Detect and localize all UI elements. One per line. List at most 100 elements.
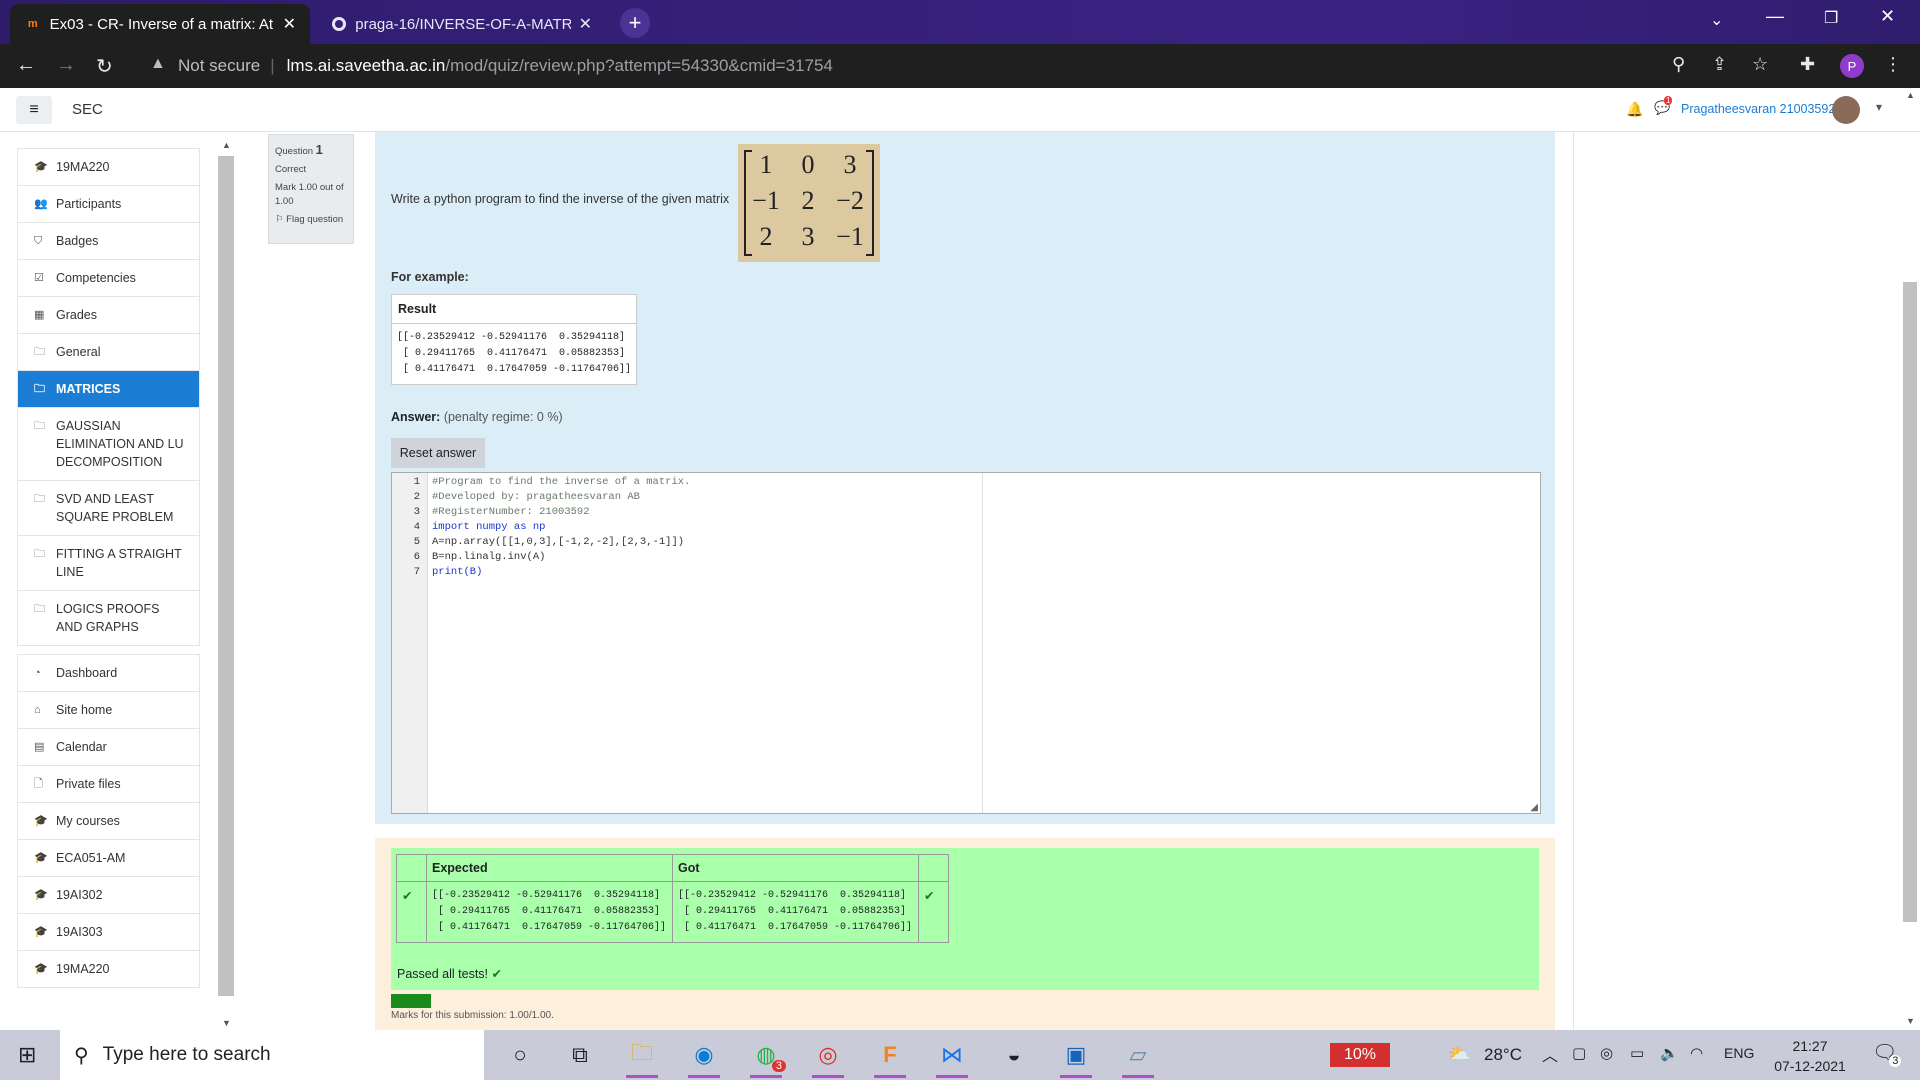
- sidebar-item-logics[interactable]: 🗀 LOGICS PROOFS AND GRAPHS: [17, 591, 200, 646]
- close-tab-icon[interactable]: ✕: [579, 14, 592, 34]
- weather-icon[interactable]: ⛅: [1448, 1044, 1470, 1065]
- sidebar-item-dashboard[interactable]: ◔ Dashboard: [17, 654, 200, 692]
- browser-tab-bar: m Ex03 - CR- Inverse of a matrix: At ✕ p…: [0, 0, 1920, 44]
- sidebar-item-grades[interactable]: ▦ Grades: [17, 297, 200, 334]
- user-name[interactable]: Pragatheesvaran 21003592: [1681, 102, 1835, 116]
- sidebar-item-19ma220-2[interactable]: 🎓 19MA220: [17, 951, 200, 988]
- for-example-label: For example:: [391, 270, 469, 284]
- sidebar-item-site-home[interactable]: ⌂ Site home: [17, 692, 200, 729]
- app-window-icon[interactable]: ▣: [1056, 1038, 1096, 1078]
- language-indicator[interactable]: ENG: [1724, 1045, 1754, 1061]
- cortana-icon[interactable]: ○: [500, 1038, 540, 1072]
- taskbar-search-box[interactable]: ⚲ Type here to search: [60, 1030, 484, 1080]
- folder-icon: 🗀: [34, 420, 45, 432]
- close-tab-icon[interactable]: ✕: [283, 14, 296, 34]
- tray-chevron-icon[interactable]: ︿: [1542, 1042, 1558, 1066]
- sidebar-item-general[interactable]: 🗀 General: [17, 334, 200, 371]
- url-bar[interactable]: ▲ Not secure | lms.ai.saveetha.ac.in /mo…: [138, 50, 1718, 82]
- chrome-icon[interactable]: ◎: [808, 1038, 848, 1078]
- scroll-up-icon[interactable]: ▲: [1906, 90, 1915, 100]
- messages-icon[interactable]: 💬 1: [1654, 96, 1673, 116]
- speaker-icon[interactable]: 🔈: [1660, 1044, 1679, 1062]
- sidebar-item-matrices[interactable]: 🗀 MATRICES: [17, 371, 200, 408]
- sidebar-item-19ai303[interactable]: 🎓 19AI303: [17, 914, 200, 951]
- edge-icon[interactable]: ◉: [684, 1038, 724, 1078]
- sidebar-scrollbar[interactable]: ▲ ▼: [218, 140, 236, 1030]
- scroll-down-icon[interactable]: ▼: [1906, 1016, 1915, 1026]
- scrollbar-thumb[interactable]: [218, 156, 234, 996]
- bookmark-star-icon[interactable]: ☆: [1752, 54, 1768, 75]
- bell-icon[interactable]: 🔔: [1626, 101, 1643, 118]
- flag-icon: ⚐: [275, 214, 284, 225]
- address-bar-row: ← → ↻ ▲ Not secure | lms.ai.saveetha.ac.…: [0, 44, 1920, 88]
- file-explorer-icon[interactable]: 🗀: [622, 1038, 662, 1078]
- action-center-icon[interactable]: 🗨 3: [1872, 1040, 1902, 1067]
- app-f-icon[interactable]: F: [870, 1038, 910, 1078]
- battery-indicator[interactable]: 10%: [1330, 1043, 1390, 1067]
- scroll-up-icon[interactable]: ▲: [222, 140, 231, 150]
- code-text[interactable]: #Program to find the inverse of a matrix…: [432, 475, 690, 580]
- tab-search-icon[interactable]: ⌄: [1710, 10, 1723, 30]
- sidebar-item-my-courses[interactable]: 🎓 My courses: [17, 803, 200, 840]
- resize-handle-icon[interactable]: ◢: [1530, 802, 1538, 813]
- zoom-icon[interactable]: ⚲: [1672, 54, 1685, 75]
- sidebar-item-19ma220[interactable]: 🎓 19MA220: [17, 148, 200, 186]
- sidebar-item-badges[interactable]: ⛉ Badges: [17, 223, 200, 260]
- sidebar-item-calendar[interactable]: ▤ Calendar: [17, 729, 200, 766]
- scroll-down-icon[interactable]: ▼: [222, 1018, 231, 1028]
- reset-answer-button[interactable]: Reset answer: [391, 438, 485, 468]
- profile-avatar[interactable]: P: [1840, 54, 1864, 78]
- tab-github[interactable]: praga-16/INVERSE-OF-A-MATRI ✕: [316, 4, 606, 44]
- code-editor[interactable]: 1234567 #Program to find the inverse of …: [391, 472, 1541, 814]
- result-value: [[-0.23529412 -0.52941176 0.35294118] [ …: [397, 332, 632, 375]
- sidebar-item-19ai302[interactable]: 🎓 19AI302: [17, 877, 200, 914]
- app-gauge-icon[interactable]: ◒: [994, 1038, 1034, 1072]
- share-icon[interactable]: ⇪: [1712, 54, 1727, 75]
- folder-icon: 🗀: [34, 493, 45, 505]
- task-view-icon[interactable]: ⧉: [560, 1038, 600, 1072]
- new-tab-button[interactable]: +: [620, 8, 650, 38]
- reload-icon[interactable]: ↻: [96, 54, 113, 79]
- tray-app-icon[interactable]: ▢: [1572, 1044, 1586, 1062]
- back-icon[interactable]: ←: [16, 54, 36, 77]
- feedback-box: Expected Got ✔ [[-0.23529412 -0.52941176…: [375, 838, 1555, 1030]
- code-line: A=np.array([[1,0,3],[-1,2,-2],[2,3,-1]]): [432, 536, 685, 548]
- scrollbar-thumb[interactable]: [1903, 282, 1917, 922]
- extensions-icon[interactable]: ✚: [1800, 54, 1815, 75]
- shield-icon: ⛉: [34, 235, 43, 247]
- page-scrollbar[interactable]: ▲ ▼: [1900, 88, 1920, 1030]
- menu-dots-icon[interactable]: ⋮: [1884, 54, 1902, 75]
- network-globe-icon[interactable]: ◎: [1600, 1044, 1613, 1062]
- minimize-icon[interactable]: —: [1766, 6, 1784, 27]
- restore-icon[interactable]: ❐: [1824, 8, 1838, 28]
- sidebar-item-participants[interactable]: 👥 Participants: [17, 186, 200, 223]
- windows-start-icon[interactable]: ⊞: [18, 1042, 36, 1068]
- sidebar-item-gaussian[interactable]: 🗀 GAUSSIAN ELIMINATION AND LU DECOMPOSITI…: [17, 408, 200, 481]
- user-avatar[interactable]: [1832, 96, 1860, 124]
- app-notepad-icon[interactable]: ▱: [1118, 1038, 1158, 1078]
- battery-icon[interactable]: ▭: [1630, 1044, 1644, 1062]
- notification-badge: 1: [1664, 96, 1673, 105]
- sidebar-item-competencies[interactable]: ☑ Competencies: [17, 260, 200, 297]
- sidebar-item-svd[interactable]: 🗀 SVD AND LEAST SQUARE PROBLEM: [17, 481, 200, 536]
- whatsapp-icon[interactable]: ◍ 3: [746, 1038, 786, 1078]
- site-name[interactable]: SEC: [72, 101, 103, 118]
- expected-value: [[-0.23529412 -0.52941176 0.35294118] [ …: [432, 890, 667, 933]
- line-gutter: 1234567: [392, 473, 428, 813]
- sidebar-item-eca051[interactable]: 🎓 ECA051-AM: [17, 840, 200, 877]
- clock[interactable]: 21:27 07-12-2021: [1770, 1036, 1850, 1076]
- checkbox-icon: ☑: [34, 272, 44, 284]
- hamburger-menu-icon[interactable]: ≡: [16, 96, 52, 124]
- chevron-down-icon[interactable]: ▾: [1876, 100, 1882, 114]
- forward-icon[interactable]: →: [56, 54, 76, 77]
- table-icon: ▦: [34, 309, 45, 321]
- flag-question-link[interactable]: ⚐ Flag question: [275, 213, 347, 227]
- tab-quiz-review[interactable]: m Ex03 - CR- Inverse of a matrix: At ✕: [10, 4, 310, 44]
- temperature[interactable]: 28°C: [1484, 1045, 1522, 1065]
- vscode-icon[interactable]: ⋈: [932, 1038, 972, 1078]
- close-window-icon[interactable]: ✕: [1880, 6, 1895, 27]
- sidebar-item-fitting[interactable]: 🗀 FITTING A STRAIGHT LINE: [17, 536, 200, 591]
- sidebar-item-private-files[interactable]: 🗋 Private files: [17, 766, 200, 803]
- quiz-review-content: Question 1 Correct Mark 1.00 out of 1.00…: [250, 132, 1570, 1030]
- wifi-icon[interactable]: ◠: [1690, 1044, 1703, 1062]
